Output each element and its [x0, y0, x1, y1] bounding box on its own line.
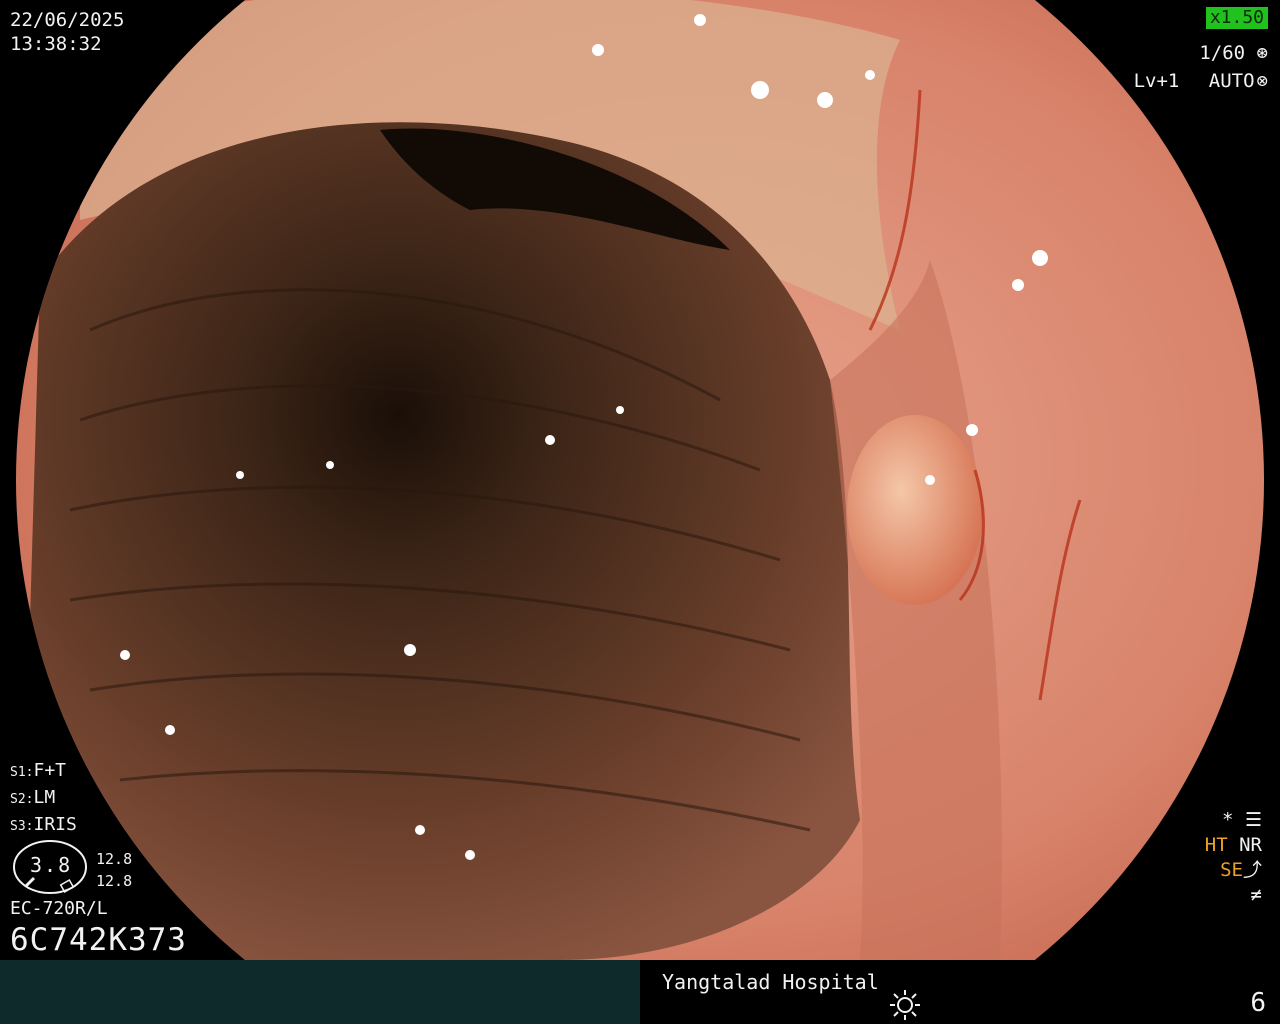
capture-datetime: 22/06/2025 13:38:32: [10, 8, 124, 56]
brightness-icon: [890, 990, 920, 1020]
exposure-mode: AUTO: [1208, 70, 1255, 92]
ht-indicator: HT: [1204, 834, 1228, 856]
scope-model: EC-720R/L: [10, 898, 108, 919]
gauge-value: 3.8: [30, 853, 73, 877]
switch-1: S1:F+T: [10, 760, 66, 781]
scope-gauge: 3.8: [12, 838, 90, 896]
processing-indicators: * ☰ HT NR SE⤴ ≠: [1205, 808, 1262, 908]
switch-2: S2:LM: [10, 787, 56, 808]
scope-serial: 6C742K373: [10, 922, 187, 958]
shutter-value: 1/60: [1199, 42, 1246, 64]
nr-indicator: NR: [1239, 834, 1262, 856]
star-indicator: *: [1222, 809, 1234, 831]
filter-icon: ≠: [1250, 884, 1262, 906]
shutter-speed: 1/60 ⊛: [1199, 42, 1268, 64]
exposure-settings: Lv+1 AUTO ⊗: [1134, 70, 1268, 92]
switch-3: S3:IRIS: [10, 814, 77, 835]
settings-icon: ☰: [1244, 809, 1262, 831]
structure-enhancement-icon: ⤴: [1242, 859, 1262, 881]
se-indicator: SE: [1220, 859, 1243, 881]
capture-date: 22/06/2025: [10, 9, 125, 31]
shutter-icon: ⊛: [1256, 42, 1268, 64]
gauge-readings: 12.8 12.8: [96, 848, 132, 892]
brightness-level: Lv+1: [1133, 70, 1180, 92]
image-number: 6: [1250, 988, 1266, 1018]
capture-time: 13:38:32: [10, 33, 102, 55]
hospital-name: Yangtalad Hospital: [662, 970, 879, 994]
switch-settings: S1:F+T S2:LM S3:IRIS: [10, 758, 77, 839]
gauge-bottom-reading: 12.8: [96, 872, 133, 890]
endoscope-image: [16, 0, 1264, 1024]
bottom-info-bar: [0, 960, 640, 1024]
zoom-badge: x1.50: [1205, 7, 1268, 29]
auto-exposure-icon: ⊗: [1256, 70, 1268, 92]
gauge-top-reading: 12.8: [96, 850, 133, 868]
